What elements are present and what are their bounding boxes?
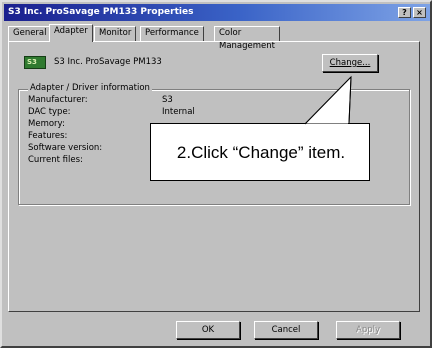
tab-general[interactable]: General (8, 26, 52, 41)
manufacturer-label: Manufacturer: (28, 95, 88, 105)
change-button[interactable]: Change... (322, 54, 378, 72)
help-icon[interactable]: ? (398, 7, 411, 18)
window-title: S3 Inc. ProSavage PM133 Properties (8, 7, 194, 17)
cancel-button[interactable]: Cancel (254, 321, 318, 339)
close-icon[interactable]: × (413, 7, 426, 18)
title-bar[interactable]: S3 Inc. ProSavage PM133 Properties ? × (4, 4, 430, 21)
ok-button[interactable]: OK (176, 321, 240, 339)
tab-adapter[interactable]: Adapter (49, 24, 93, 42)
features-label: Features: (28, 131, 68, 141)
logo-text: S3 (27, 58, 37, 66)
dac-type-label: DAC type: (28, 107, 71, 117)
adapter-name: S3 Inc. ProSavage PM133 (54, 57, 162, 67)
tab-color-management[interactable]: Color Management (214, 26, 280, 51)
memory-label: Memory: (28, 119, 65, 129)
group-title: Adapter / Driver information (28, 83, 152, 94)
tab-monitor[interactable]: Monitor (94, 26, 137, 41)
change-button-label: Change... (329, 58, 371, 68)
callout-text: 2.Click “Change” item. (176, 143, 346, 162)
s3-logo-icon: S3 (24, 56, 46, 69)
tab-performance[interactable]: Performance (140, 26, 204, 41)
manufacturer-value: S3 (162, 95, 173, 105)
instruction-callout: 2.Click “Change” item. (150, 123, 370, 181)
apply-button[interactable]: Apply (336, 321, 400, 339)
current-files-label: Current files: (28, 155, 83, 165)
dac-type-value: Internal (162, 107, 195, 117)
software-version-label: Software version: (28, 143, 103, 153)
